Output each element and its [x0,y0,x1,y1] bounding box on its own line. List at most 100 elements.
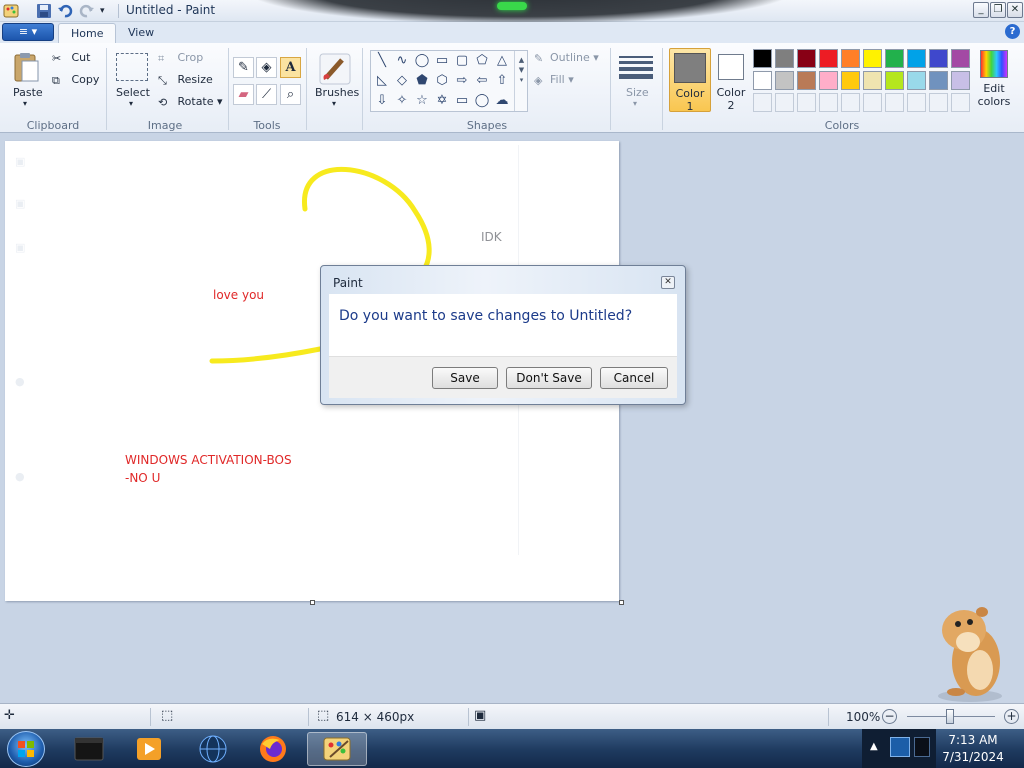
line-shape-icon[interactable]: ╲ [372,51,392,71]
zoom-in-button[interactable]: + [1004,709,1019,724]
rectangle-shape-icon[interactable]: ▭ [432,51,452,71]
palette-swatch[interactable] [929,49,948,68]
undo-icon[interactable] [57,3,73,19]
custom-color-slot[interactable] [753,93,772,112]
edit-colors-button[interactable]: Edit colors [976,49,1012,113]
custom-color-slot[interactable] [863,93,882,112]
callout-cloud-shape-icon[interactable]: ☁ [492,91,512,111]
outline-button[interactable]: ✎ Outline ▾ [534,49,599,69]
paste-icon[interactable] [10,51,42,83]
magnifier-icon[interactable]: ⌕ [280,84,301,105]
zoom-out-button[interactable]: − [882,709,897,724]
file-menu-button[interactable]: ≡ ▾ [2,23,54,41]
dialog-close-button[interactable]: ✕ [661,276,675,289]
size-dropdown-icon[interactable]: ▾ [633,99,637,108]
palette-swatch[interactable] [863,71,882,90]
customize-dropdown-icon[interactable]: ▾ [100,3,116,19]
five-point-star-shape-icon[interactable]: ☆ [412,91,432,111]
terminal-icon[interactable] [66,732,112,766]
size-icon[interactable] [619,53,653,81]
resize-button[interactable]: ⤡ Resize [158,71,213,91]
firefox-icon[interactable] [250,732,296,766]
fill-icon[interactable]: ◈ [256,57,277,78]
fill-button[interactable]: ◈ Fill ▾ [534,71,574,91]
globe-icon[interactable] [190,732,236,766]
palette-swatch[interactable] [775,71,794,90]
paint-app-icon[interactable] [3,3,19,19]
save-icon[interactable] [36,3,52,19]
four-point-star-shape-icon[interactable]: ✧ [392,91,412,111]
brushes-dropdown-icon[interactable]: ▾ [332,99,336,108]
pentagon-shape-icon[interactable]: ⬟ [412,71,432,91]
six-point-star-shape-icon[interactable]: ✡ [432,91,452,111]
palette-swatch[interactable] [885,71,904,90]
redo-icon[interactable] [79,3,95,19]
shapes-scroll-icon[interactable]: ▲ ▼ ▾ [514,51,528,111]
palette-swatch[interactable] [951,49,970,68]
crop-button[interactable]: ⌗ Crop [158,49,203,69]
custom-color-slot[interactable] [819,93,838,112]
palette-swatch[interactable] [753,71,772,90]
custom-color-slot[interactable] [841,93,860,112]
minimize-button[interactable]: _ [973,2,989,18]
tab-view[interactable]: View [116,23,166,44]
select-button[interactable]: Select [116,86,150,99]
palette-swatch[interactable] [841,71,860,90]
media-player-icon[interactable] [126,732,172,766]
palette-swatch[interactable] [753,49,772,68]
callout-rect-shape-icon[interactable]: ▭ [452,91,472,111]
select-icon[interactable] [116,53,148,81]
rounded-rectangle-shape-icon[interactable]: ▢ [452,51,472,71]
text-icon[interactable]: A [280,57,301,78]
save-button[interactable]: Save [432,367,498,389]
canvas-resize-handle-bottom[interactable] [310,600,315,605]
up-arrow-shape-icon[interactable]: ⇧ [492,71,512,91]
shapes-gallery[interactable]: ╲ ∿ ◯ ▭ ▢ ⬠ △ ◺ ◇ ⬟ ⬡ ⇨ ⇦ ⇧ ⇩ ✧ ☆ ✡ ▭ ◯ … [370,50,528,112]
right-triangle-shape-icon[interactable]: ◺ [372,71,392,91]
custom-color-slot[interactable] [907,93,926,112]
close-button[interactable]: ✕ [1007,2,1023,18]
copy-button[interactable]: ⧉ Copy [52,71,99,91]
brushes-button[interactable]: Brushes [315,86,359,99]
palette-swatch[interactable] [797,49,816,68]
hexagon-shape-icon[interactable]: ⬡ [432,71,452,91]
curve-shape-icon[interactable]: ∿ [392,51,412,71]
palette-swatch[interactable] [775,49,794,68]
triangle-shape-icon[interactable]: △ [492,51,512,71]
palette-swatch[interactable] [819,71,838,90]
color2-button[interactable]: Color 2 [714,48,748,112]
cut-button[interactable]: ✂ Cut [52,49,90,69]
zoom-slider-thumb[interactable] [946,709,954,724]
down-arrow-shape-icon[interactable]: ⇩ [372,91,392,111]
left-arrow-shape-icon[interactable]: ⇦ [472,71,492,91]
custom-color-slot[interactable] [797,93,816,112]
paint-icon[interactable] [307,732,367,766]
palette-swatch[interactable] [907,71,926,90]
custom-color-slot[interactable] [885,93,904,112]
palette-swatch[interactable] [951,71,970,90]
brush-icon[interactable] [316,50,354,88]
custom-color-slot[interactable] [775,93,794,112]
color1-button[interactable]: Color 1 [669,48,711,113]
custom-color-slot[interactable] [929,93,948,112]
network-icon[interactable] [890,737,910,757]
help-icon[interactable]: ? [1005,24,1020,39]
right-arrow-shape-icon[interactable]: ⇨ [452,71,472,91]
callout-oval-shape-icon[interactable]: ◯ [472,91,492,111]
volume-icon[interactable] [914,737,930,757]
rotate-button[interactable]: ⟲ Rotate ▾ [158,93,223,113]
dont-save-button[interactable]: Don't Save [506,367,592,389]
restore-button[interactable]: ❐ [990,2,1006,18]
oval-shape-icon[interactable]: ◯ [412,51,432,71]
paste-dropdown-icon[interactable]: ▾ [23,99,27,108]
palette-swatch[interactable] [819,49,838,68]
taskbar-clock[interactable]: 7:13 AM 7/31/2024 [940,732,1006,766]
palette-swatch[interactable] [841,49,860,68]
polygon-shape-icon[interactable]: ⬠ [472,51,492,71]
canvas-resize-handle-corner[interactable] [619,600,624,605]
palette-swatch[interactable] [929,71,948,90]
paste-button[interactable]: Paste [13,86,43,99]
palette-swatch[interactable] [797,71,816,90]
select-dropdown-icon[interactable]: ▾ [129,99,133,108]
custom-color-slot[interactable] [951,93,970,112]
